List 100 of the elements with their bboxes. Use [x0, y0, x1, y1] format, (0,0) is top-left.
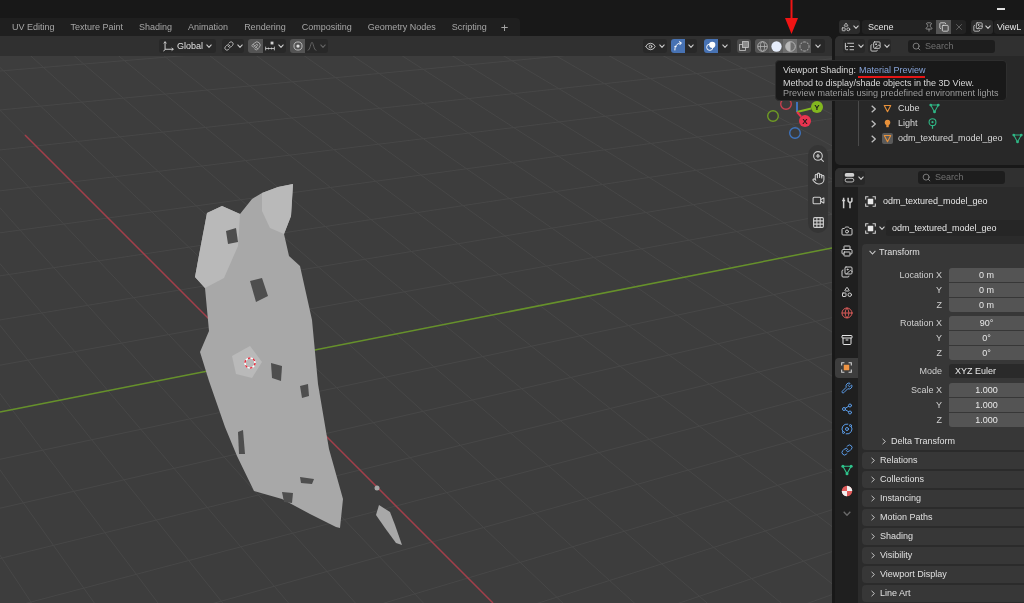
grid-icon[interactable]	[811, 216, 825, 229]
list-tree-icon	[844, 40, 855, 52]
workspace-tab[interactable]: Geometry Nodes	[359, 18, 444, 36]
workspace-tab[interactable]: Rendering	[236, 18, 294, 36]
workspace-tab[interactable]: UV Editing	[4, 18, 63, 36]
close-icon	[953, 22, 964, 32]
chevron-down-icon[interactable]	[842, 511, 851, 516]
tooltip-hint: Preview materials using predefined environment lights	[783, 88, 1000, 98]
number-field[interactable]: 0°	[949, 331, 1024, 345]
field-label: Y	[935, 400, 942, 410]
workspace-tab[interactable]: Compositing	[293, 18, 360, 36]
overlay-toggle[interactable]	[704, 39, 718, 53]
editor-type-dropdown[interactable]	[843, 170, 865, 185]
shading-mode-button[interactable]	[755, 39, 769, 53]
caret-icon	[858, 44, 864, 48]
number-field[interactable]: 1.000	[949, 398, 1024, 412]
number-field[interactable]: 0 m	[949, 283, 1024, 297]
eye-icon	[645, 40, 656, 52]
zoom-in-icon[interactable]	[811, 150, 825, 163]
number-field[interactable]: 0°	[949, 346, 1024, 360]
outliner-item[interactable]: odm_textured_model_geo	[898, 134, 1003, 143]
subpanel-header[interactable]: Delta Transform	[862, 432, 1024, 450]
video-camera-icon[interactable]	[811, 194, 825, 207]
search-field[interactable]: Search	[918, 171, 1005, 184]
scene-field[interactable]: Scene	[862, 20, 922, 34]
filter-dropdown[interactable]	[868, 39, 891, 53]
archive-icon	[840, 334, 853, 347]
scene-type-dropdown[interactable]	[839, 20, 860, 34]
shading-mode-button[interactable]	[769, 39, 783, 53]
tools-icon	[840, 197, 853, 210]
proportional-toggle[interactable]	[290, 39, 305, 53]
field-label: Z	[935, 348, 942, 358]
panel-header[interactable]: Collections	[862, 471, 1024, 488]
chevron-right-icon[interactable]	[871, 119, 876, 128]
shading-mode-button[interactable]	[783, 39, 797, 53]
axis-handle[interactable]	[789, 127, 801, 139]
field-label: Z	[935, 415, 942, 425]
panel-header[interactable]: Transform	[862, 244, 1024, 261]
copy-button[interactable]	[936, 20, 951, 34]
tooltip-value: Material Preview	[858, 65, 926, 75]
workspace-tab[interactable]: Texture Paint	[62, 18, 132, 36]
vertices-triangle-icon	[840, 464, 853, 477]
axis-handle[interactable]	[767, 110, 779, 122]
orbit-icon	[840, 423, 853, 436]
view-layer-dropdown[interactable]	[971, 20, 993, 34]
number-field[interactable]: 1.000	[949, 413, 1024, 427]
number-field[interactable]: 0 m	[949, 298, 1024, 312]
visibility-dropdown[interactable]	[643, 39, 667, 53]
properties-tab[interactable]	[835, 357, 858, 378]
overlay-dropdown[interactable]	[718, 39, 731, 53]
workspace-tab[interactable]: Animation	[180, 18, 237, 36]
outliner-item[interactable]: Cube	[898, 104, 920, 113]
link-icon	[223, 41, 234, 51]
object-name-field[interactable]: odm_textured_model_geo	[886, 220, 1024, 236]
object-square-icon	[865, 222, 876, 234]
view-layer-field[interactable]: ViewL	[994, 20, 1024, 34]
panel-header[interactable]: Instancing	[862, 490, 1024, 507]
filled-circle-icon	[770, 40, 782, 52]
outliner-item[interactable]: Light	[898, 119, 918, 128]
search-field[interactable]: Search	[908, 39, 995, 53]
gizmo-dropdown[interactable]	[685, 39, 697, 53]
caret-icon	[883, 44, 890, 48]
field-label: Y	[935, 285, 942, 295]
object-type-dropdown[interactable]	[864, 221, 886, 235]
workspace-tab[interactable]: Shading	[131, 18, 181, 36]
display-mode-dropdown[interactable]	[843, 39, 865, 53]
snap-toggle[interactable]	[248, 39, 263, 53]
panel-header[interactable]: Visibility	[862, 547, 1024, 564]
lamp-icon	[926, 118, 938, 129]
gizmo-toggle[interactable]	[671, 39, 685, 53]
close-button[interactable]	[951, 20, 966, 34]
panel-header[interactable]: Shading	[862, 528, 1024, 545]
shading-dropdown[interactable]	[811, 39, 825, 53]
caret-icon	[236, 44, 243, 48]
caret-icon	[985, 25, 991, 29]
chevron-right-icon[interactable]	[871, 104, 876, 113]
wire-sphere-icon	[756, 40, 768, 52]
hand-icon[interactable]	[811, 172, 825, 185]
sphere-icon	[840, 484, 853, 497]
add-tab-button[interactable]: +	[494, 18, 515, 36]
field-label: Z	[935, 300, 942, 310]
orientation-dropdown[interactable]: Global	[159, 39, 216, 53]
xray-toggle[interactable]	[737, 39, 751, 53]
chevron-right-icon[interactable]	[871, 134, 876, 143]
axis-label: Y	[814, 103, 820, 112]
pin-button[interactable]	[922, 20, 936, 34]
pivot-dropdown[interactable]	[222, 39, 244, 53]
panel-header[interactable]: Line Art	[862, 585, 1024, 602]
panel-header[interactable]: Viewport Display	[862, 566, 1024, 583]
shapes-icon	[840, 286, 853, 299]
number-field[interactable]: 0 m	[949, 268, 1024, 282]
number-field[interactable]: 1.000	[949, 383, 1024, 397]
workspace-tab[interactable]: Scripting	[443, 18, 495, 36]
printer-icon	[840, 245, 853, 258]
caret-icon	[852, 25, 859, 29]
dropdown-field[interactable]: XYZ Euler	[949, 364, 1024, 378]
panel-header[interactable]: Motion Paths	[862, 509, 1024, 526]
number-field[interactable]: 90°	[949, 316, 1024, 330]
snap-target-dropdown[interactable]	[263, 39, 286, 53]
panel-header[interactable]: Relations	[862, 452, 1024, 469]
